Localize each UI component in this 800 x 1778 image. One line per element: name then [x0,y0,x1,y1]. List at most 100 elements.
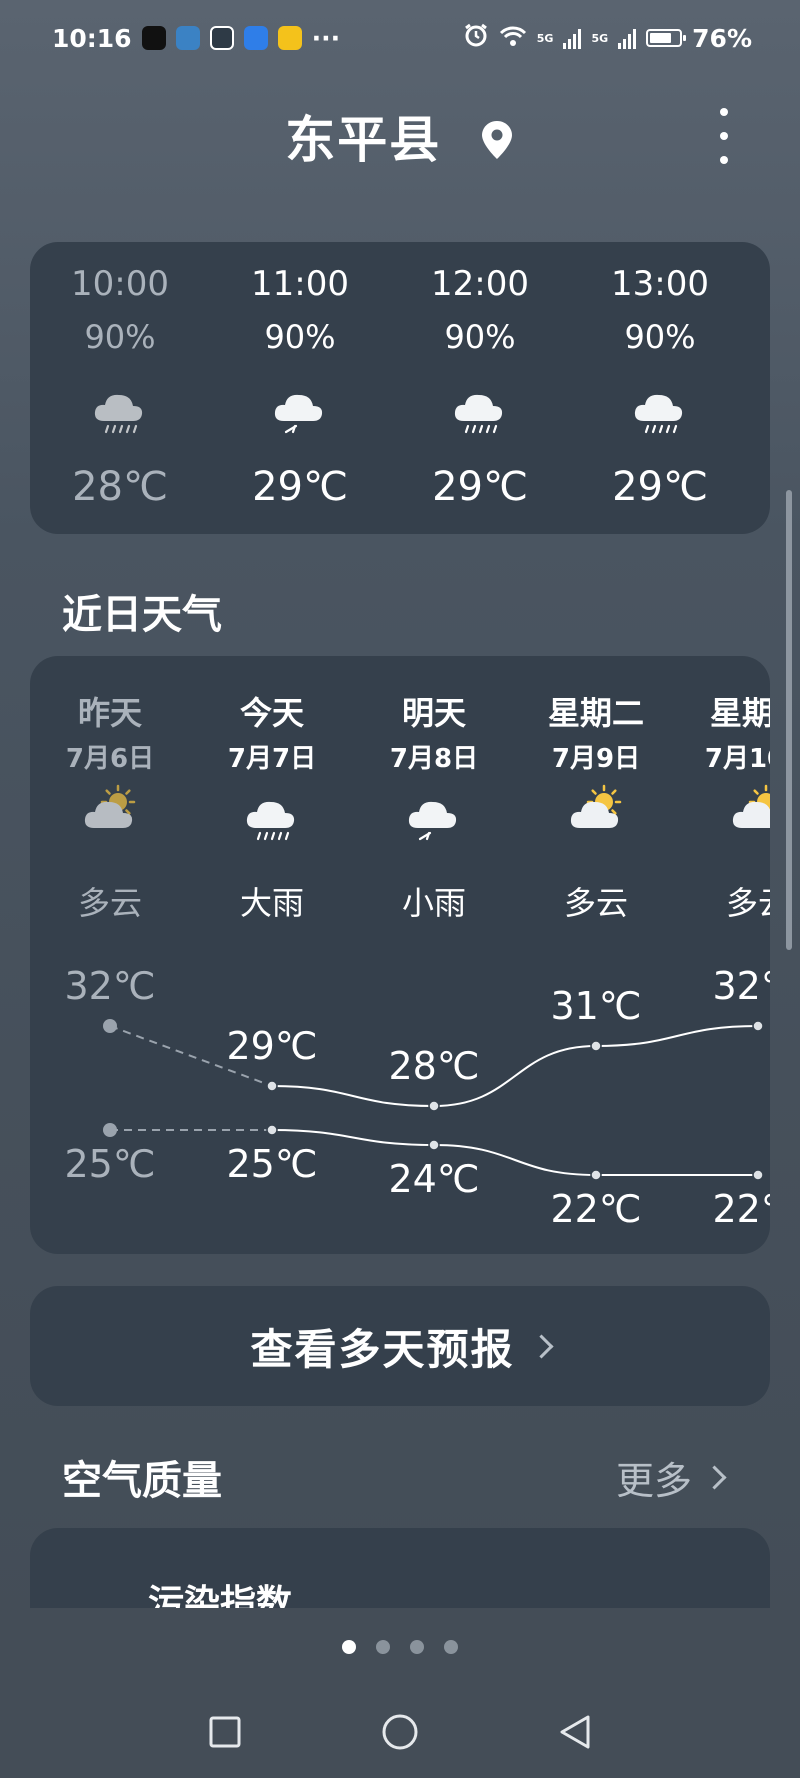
forecast-button-label: 查看多天预报 [250,1324,515,1374]
chevron-right-icon [528,1333,554,1359]
chevron-right-icon [702,1465,727,1490]
page-dot [410,1640,424,1654]
more-notifications: ··· [311,23,341,53]
hour-temp: 29℃ [612,464,708,510]
day-name: 今天 [239,694,304,732]
alarm-icon [463,22,489,54]
daily-forecast-card[interactable]: 昨天 7月6日 多云 今天 7月7日 大雨 明天 7月8日 小雨 星期二 7月9日 多… [30,656,770,1254]
high-temp-point [752,1020,764,1032]
high-temp-label: 32℃ [712,964,770,1008]
more-label: 更多 [616,1459,693,1503]
triangle-back-icon [560,1715,590,1749]
day-date: 7月7日 [227,744,317,774]
precip-chance: 90% [444,318,516,356]
low-temp-label: 22℃ [550,1187,642,1231]
precip-chance: 90% [84,318,156,356]
high-temp-point [428,1100,440,1112]
heavy-rain-icon [242,784,302,844]
wechat-icon [209,26,234,50]
page-dot-active [342,1640,356,1654]
battery-percent: 76% [692,23,752,53]
day-condition: 大雨 [239,884,304,922]
partly-cloudy-icon [80,784,140,844]
air-quality-title: 空气质量 [62,1458,222,1504]
signal-icon-2 [618,27,637,49]
meituan-icon [277,26,302,50]
hourly-forecast-card: 10:00 90% 28℃ 11:00 90% 29℃ 12:00 90% 29℃ 1… [30,242,770,534]
rain-cloud-icon [630,377,690,437]
low-temp-label: 24℃ [388,1157,480,1201]
low-temp-line [271,1129,758,1176]
day-name: 星期二 [547,694,644,732]
high-temp-label: 28℃ [388,1044,480,1088]
battery-icon [646,29,687,47]
circle-icon [382,1714,418,1750]
low-temp-label: 25℃ [226,1142,318,1186]
low-temp-point [428,1139,440,1151]
rain-cloud-icon [90,377,150,437]
home-button[interactable] [313,1700,488,1764]
day-date: 7月6日 [65,744,155,774]
high-temp-point [103,1019,117,1033]
light-rain-cloud-icon [270,377,330,437]
city-header[interactable]: 东平县 [0,100,800,173]
status-time: 10:16 [52,23,132,53]
low-temp-point [590,1169,602,1181]
day-condition: 多云 [77,884,142,922]
precip-chance: 90% [264,318,336,356]
light-rain-icon [404,784,464,844]
scrollbar[interactable] [786,490,792,950]
multi-day-forecast-button[interactable]: 查看多天预报 [30,1286,770,1406]
recent-apps-button[interactable] [138,1700,313,1764]
page-dot [444,1640,458,1654]
day-name: 明天 [401,694,466,732]
weather-app-icon [175,26,200,50]
hour-temp: 29℃ [432,464,528,510]
high-temp-point [266,1080,278,1092]
day-date: 7月10日 [704,744,770,774]
low-temp-point [266,1124,278,1136]
tiktok-icon [141,26,166,50]
air-quality-more-link[interactable]: 更多 [616,1450,727,1505]
partly-cloudy-icon [566,784,626,844]
high-temp-label: 29℃ [226,1024,318,1068]
high-temp-label: 32℃ [64,964,156,1008]
location-pin-icon [479,115,515,173]
square-icon [209,1716,241,1748]
hour-temp: 29℃ [252,464,348,510]
partly-cloudy-icon [728,784,770,844]
recent-weather-title: 近日天气 [62,592,222,638]
day-condition: 小雨 [401,884,466,922]
page-dot [376,1640,390,1654]
high-temp-label: 31℃ [550,984,642,1028]
day-date: 7月9日 [551,744,641,774]
back-button[interactable] [488,1700,663,1764]
browser-icon [243,26,268,50]
precip-chance: 90% [624,318,696,356]
signal-icon-1 [563,27,582,49]
high-temp-line [271,1025,759,1108]
network-type-1: 5G [536,31,554,45]
day-date: 7月8日 [389,744,479,774]
menu-icon[interactable] [714,108,734,164]
high-temp-point [590,1040,602,1052]
low-temp-label: 25℃ [64,1142,156,1186]
status-bar: 10:16 ··· 5G 5G 76% [52,20,752,56]
hour-time: 10:00 [71,264,169,304]
wifi-icon [499,24,527,53]
hour-temp: 28℃ [72,464,168,510]
page-indicator [0,1640,800,1654]
low-temp-label: 22℃ [712,1187,770,1231]
network-type-2: 5G [591,31,609,45]
low-temp-point [752,1169,764,1181]
navigation-bar [0,1700,800,1764]
hour-time: 11:00 [251,264,349,304]
hour-time: 12:00 [431,264,529,304]
city-name: 东平县 [285,111,442,169]
hour-time: 13:00 [611,264,709,304]
day-name: 昨天 [77,694,142,732]
rain-cloud-icon [450,377,510,437]
day-condition: 多云 [563,884,628,922]
low-temp-point [103,1123,117,1137]
day-name: 星期三 [709,694,770,732]
